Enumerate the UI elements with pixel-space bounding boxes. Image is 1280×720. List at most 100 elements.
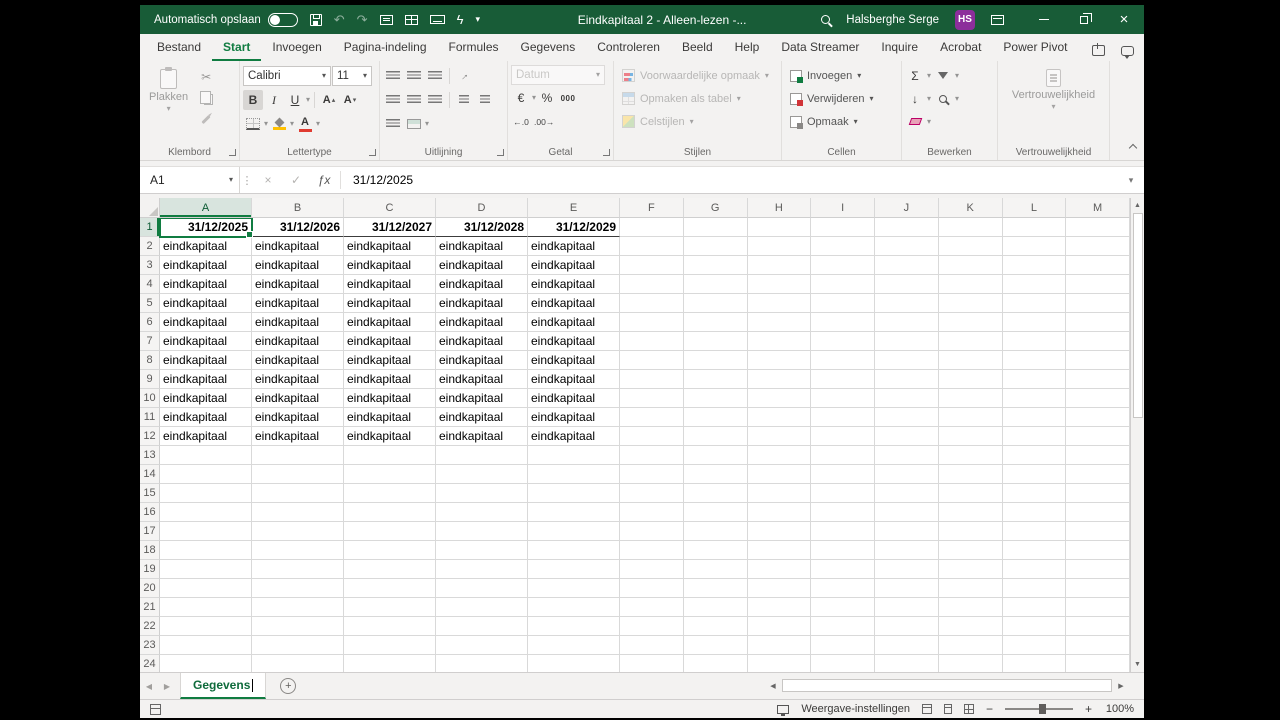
- cell-M11[interactable]: [1066, 408, 1130, 427]
- sheet-tab-gegevens[interactable]: Gegevens: [180, 673, 267, 699]
- cell-I13[interactable]: [811, 446, 875, 465]
- cell-K18[interactable]: [938, 541, 1003, 560]
- row-header-14[interactable]: 14: [140, 465, 160, 484]
- cell-I6[interactable]: [811, 313, 875, 332]
- collapse-ribbon-icon[interactable]: [1128, 138, 1138, 156]
- cell-E3[interactable]: eindkapitaal: [528, 256, 620, 275]
- autosave-toggle[interactable]: [267, 12, 298, 27]
- cell-H13[interactable]: [747, 446, 812, 465]
- cell-J11[interactable]: [875, 408, 939, 427]
- orientation-icon[interactable]: →: [454, 66, 474, 86]
- cell-B10[interactable]: eindkapitaal: [252, 389, 344, 408]
- row-header-15[interactable]: 15: [140, 484, 160, 503]
- cell-E24[interactable]: [528, 655, 620, 672]
- cell-H5[interactable]: [747, 294, 812, 313]
- expand-formula-bar-icon[interactable]: ▾: [1118, 167, 1144, 193]
- cell-I2[interactable]: [811, 237, 875, 256]
- number-dialog-launcher[interactable]: [603, 149, 610, 156]
- cell-F11[interactable]: [620, 408, 684, 427]
- cell-B22[interactable]: [252, 617, 344, 636]
- underline-chevron-icon[interactable]: ▾: [306, 96, 310, 104]
- cell-M3[interactable]: [1066, 256, 1130, 275]
- scroll-left-icon[interactable]: ◀: [766, 682, 780, 690]
- row-header-17[interactable]: 17: [140, 522, 160, 541]
- cell-B5[interactable]: eindkapitaal: [252, 294, 344, 313]
- cell-E10[interactable]: eindkapitaal: [528, 389, 620, 408]
- cell-C24[interactable]: [344, 655, 436, 672]
- cell-G19[interactable]: [683, 560, 748, 579]
- insert-function-icon[interactable]: ƒx: [310, 167, 338, 193]
- cell-D3[interactable]: eindkapitaal: [436, 256, 528, 275]
- cell-E13[interactable]: [528, 446, 620, 465]
- cell-J5[interactable]: [875, 294, 939, 313]
- cell-L14[interactable]: [1002, 465, 1067, 484]
- cell-G8[interactable]: [683, 351, 748, 370]
- cell-M1[interactable]: [1066, 218, 1130, 237]
- cell-C20[interactable]: [344, 579, 436, 598]
- cell-G7[interactable]: [683, 332, 748, 351]
- cell-D4[interactable]: eindkapitaal: [436, 275, 528, 294]
- copy-icon[interactable]: [196, 88, 216, 108]
- cell-A7[interactable]: eindkapitaal: [160, 332, 252, 351]
- cell-E18[interactable]: [528, 541, 620, 560]
- cell-J20[interactable]: [875, 579, 939, 598]
- fill-color-chevron-icon[interactable]: ▾: [290, 120, 294, 128]
- wrap-text-icon[interactable]: [383, 114, 403, 134]
- cell-K6[interactable]: [938, 313, 1003, 332]
- cell-I10[interactable]: [811, 389, 875, 408]
- ribbon-tab-formules[interactable]: Formules: [438, 36, 510, 61]
- cell-M9[interactable]: [1066, 370, 1130, 389]
- cell-A9[interactable]: eindkapitaal: [160, 370, 252, 389]
- zoom-in-icon[interactable]: +: [1085, 702, 1092, 716]
- cell-G16[interactable]: [683, 503, 748, 522]
- font-dialog-launcher[interactable]: [369, 149, 376, 156]
- cell-C14[interactable]: [344, 465, 436, 484]
- number-format-select[interactable]: Datum ▾: [511, 65, 605, 85]
- lightning-icon[interactable]: ϟ: [457, 13, 464, 26]
- ribbon-tab-controleren[interactable]: Controleren: [586, 36, 671, 61]
- cell-L21[interactable]: [1002, 598, 1067, 617]
- cell-B9[interactable]: eindkapitaal: [252, 370, 344, 389]
- row-header-1[interactable]: 1: [140, 218, 160, 237]
- cell-J4[interactable]: [875, 275, 939, 294]
- name-box[interactable]: A1 ▾: [140, 167, 240, 193]
- cell-C17[interactable]: [344, 522, 436, 541]
- cell-styles-button[interactable]: Celstijlen ▾: [617, 111, 778, 132]
- sheet-nav-left-icon[interactable]: ◀: [140, 673, 158, 699]
- cell-F4[interactable]: [620, 275, 684, 294]
- cell-C15[interactable]: [344, 484, 436, 503]
- column-header-G[interactable]: G: [683, 198, 748, 218]
- column-header-E[interactable]: E: [528, 198, 620, 218]
- cell-E15[interactable]: [528, 484, 620, 503]
- italic-button[interactable]: I: [264, 90, 284, 110]
- cell-I21[interactable]: [811, 598, 875, 617]
- normal-view-icon[interactable]: [921, 704, 932, 714]
- cell-M16[interactable]: [1066, 503, 1130, 522]
- increase-indent-icon[interactable]: [475, 90, 495, 110]
- cell-I15[interactable]: [811, 484, 875, 503]
- cell-K1[interactable]: [938, 218, 1003, 237]
- cell-F8[interactable]: [620, 351, 684, 370]
- cell-B24[interactable]: [252, 655, 344, 672]
- cell-C6[interactable]: eindkapitaal: [344, 313, 436, 332]
- cell-K2[interactable]: [938, 237, 1003, 256]
- cell-H18[interactable]: [747, 541, 812, 560]
- cell-J3[interactable]: [875, 256, 939, 275]
- cell-M4[interactable]: [1066, 275, 1130, 294]
- cell-G2[interactable]: [683, 237, 748, 256]
- cell-I7[interactable]: [811, 332, 875, 351]
- cell-K9[interactable]: [938, 370, 1003, 389]
- cell-C7[interactable]: eindkapitaal: [344, 332, 436, 351]
- cell-C16[interactable]: [344, 503, 436, 522]
- bold-button[interactable]: B: [243, 90, 263, 110]
- cell-D20[interactable]: [436, 579, 528, 598]
- cell-C13[interactable]: [344, 446, 436, 465]
- cell-L1[interactable]: [1002, 218, 1067, 237]
- cell-G14[interactable]: [683, 465, 748, 484]
- cell-K17[interactable]: [938, 522, 1003, 541]
- cell-C12[interactable]: eindkapitaal: [344, 427, 436, 446]
- cell-F20[interactable]: [620, 579, 684, 598]
- cell-G17[interactable]: [683, 522, 748, 541]
- cell-D23[interactable]: [436, 636, 528, 655]
- cell-L16[interactable]: [1002, 503, 1067, 522]
